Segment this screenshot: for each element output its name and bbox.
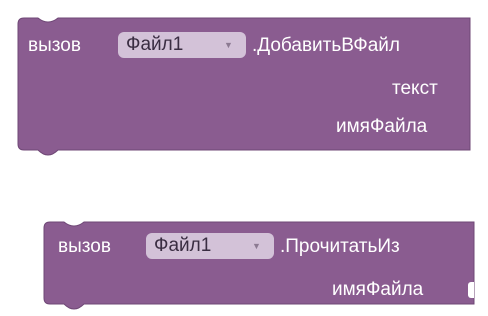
blocks-workspace[interactable]: вызов Файл1 ▼ .ДобавитьВФайл текст имяФа… [0,0,488,316]
param-label-filename: имяФайла [332,279,424,300]
component-name: Файл1 [154,235,212,256]
chevron-down-icon: ▼ [252,241,261,251]
read-block-shape [43,221,475,310]
component-dropdown[interactable]: Файл1 ▼ [146,233,274,259]
input-socket-icon[interactable] [468,282,474,298]
call-keyword: вызов [58,236,111,257]
method-name: .ПрочитатьИз [280,236,400,257]
